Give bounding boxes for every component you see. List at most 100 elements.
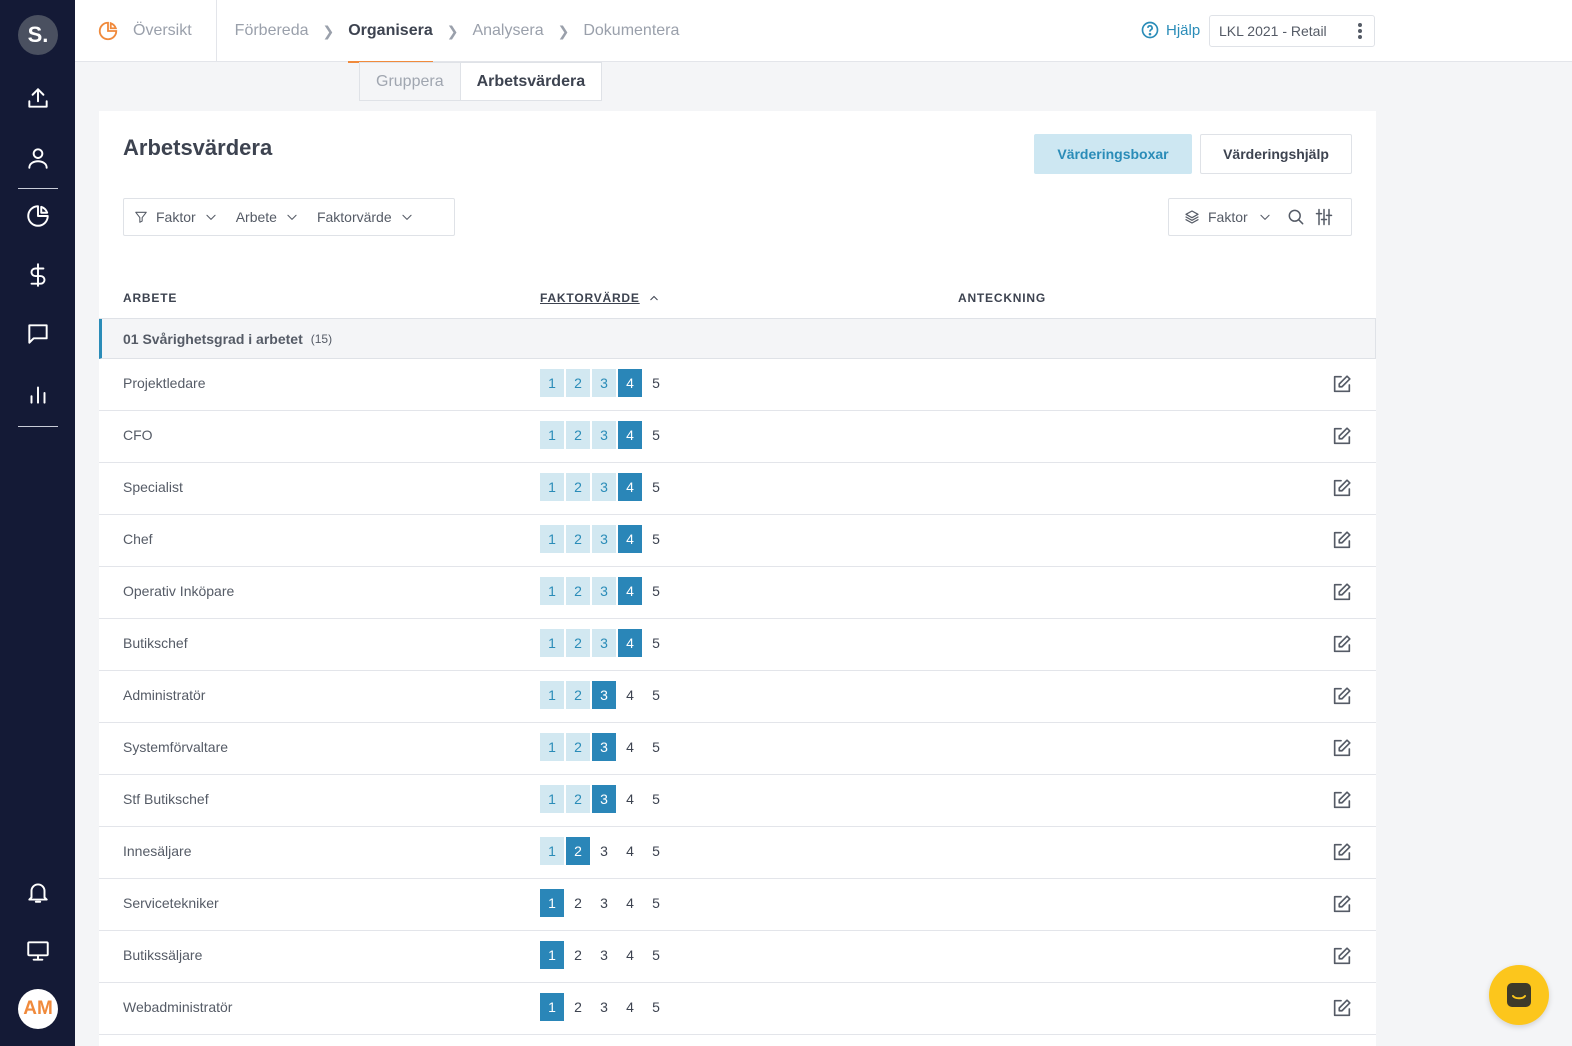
factor-value-5[interactable]: 5 xyxy=(644,993,668,1021)
factor-value-1[interactable]: 1 xyxy=(540,629,564,657)
factor-value-4[interactable]: 4 xyxy=(618,525,642,553)
edit-note-icon[interactable] xyxy=(1331,997,1353,1019)
factor-value-4[interactable]: 4 xyxy=(618,785,642,813)
view-faktor-select[interactable]: Faktor xyxy=(1208,209,1248,225)
factor-value-4[interactable]: 4 xyxy=(618,733,642,761)
factor-value-1[interactable]: 1 xyxy=(540,993,564,1021)
edit-note-icon[interactable] xyxy=(1331,737,1353,759)
edit-note-icon[interactable] xyxy=(1331,945,1353,967)
tab-arbetsvardera[interactable]: Arbetsvärdera xyxy=(460,62,603,101)
factor-value-2[interactable]: 2 xyxy=(566,577,590,605)
edit-note-icon[interactable] xyxy=(1331,581,1353,603)
factor-value-3[interactable]: 3 xyxy=(592,577,616,605)
factor-value-5[interactable]: 5 xyxy=(644,889,668,917)
dollar-icon[interactable] xyxy=(22,259,54,291)
nav-step-forbereda[interactable]: Förbereda xyxy=(235,0,309,62)
factor-value-4[interactable]: 4 xyxy=(618,577,642,605)
upload-icon[interactable] xyxy=(22,82,54,114)
column-header-faktorvarde[interactable]: FAKTORVÄRDE xyxy=(540,291,660,305)
edit-note-icon[interactable] xyxy=(1331,373,1353,395)
factor-value-5[interactable]: 5 xyxy=(644,681,668,709)
search-icon[interactable] xyxy=(1286,207,1306,227)
factor-value-5[interactable]: 5 xyxy=(644,733,668,761)
factor-value-5[interactable]: 5 xyxy=(644,525,668,553)
factor-value-3[interactable]: 3 xyxy=(592,889,616,917)
nav-overview[interactable]: Översikt xyxy=(97,0,217,62)
factor-value-4[interactable]: 4 xyxy=(618,941,642,969)
factor-value-4[interactable]: 4 xyxy=(618,837,642,865)
edit-note-icon[interactable] xyxy=(1331,893,1353,915)
avatar[interactable]: AM xyxy=(18,989,58,1029)
factor-value-3[interactable]: 3 xyxy=(592,993,616,1021)
nav-step-analysera[interactable]: Analysera xyxy=(472,0,543,62)
chevron-down-icon[interactable] xyxy=(1258,210,1272,224)
factor-value-3[interactable]: 3 xyxy=(592,733,616,761)
factor-value-3[interactable]: 3 xyxy=(592,837,616,865)
factor-value-2[interactable]: 2 xyxy=(566,837,590,865)
app-logo[interactable]: S. xyxy=(18,15,58,55)
factor-value-3[interactable]: 3 xyxy=(592,473,616,501)
factor-value-2[interactable]: 2 xyxy=(566,733,590,761)
chat-icon[interactable] xyxy=(22,318,54,350)
factor-value-1[interactable]: 1 xyxy=(540,525,564,553)
factor-value-2[interactable]: 2 xyxy=(566,785,590,813)
factor-value-3[interactable]: 3 xyxy=(592,681,616,709)
factor-value-1[interactable]: 1 xyxy=(540,577,564,605)
factor-value-4[interactable]: 4 xyxy=(618,369,642,397)
factor-value-1[interactable]: 1 xyxy=(540,473,564,501)
filter-faktorvarde[interactable]: Faktorvärde xyxy=(317,209,414,225)
factor-value-5[interactable]: 5 xyxy=(644,577,668,605)
varderingshjalp-button[interactable]: Värderingshjälp xyxy=(1200,134,1352,174)
factor-value-4[interactable]: 4 xyxy=(618,681,642,709)
edit-note-icon[interactable] xyxy=(1331,841,1353,863)
factor-value-3[interactable]: 3 xyxy=(592,525,616,553)
edit-note-icon[interactable] xyxy=(1331,633,1353,655)
factor-value-5[interactable]: 5 xyxy=(644,369,668,397)
filter-faktor[interactable]: Faktor xyxy=(134,209,218,225)
factor-value-4[interactable]: 4 xyxy=(618,629,642,657)
factor-value-4[interactable]: 4 xyxy=(618,993,642,1021)
edit-note-icon[interactable] xyxy=(1331,685,1353,707)
factor-value-1[interactable]: 1 xyxy=(540,889,564,917)
filter-arbete[interactable]: Arbete xyxy=(236,209,299,225)
kebab-menu-icon[interactable] xyxy=(1358,23,1362,39)
factor-value-1[interactable]: 1 xyxy=(540,421,564,449)
factor-value-5[interactable]: 5 xyxy=(644,941,668,969)
group-row[interactable]: 01 Svårighetsgrad i arbetet (15) xyxy=(99,319,1376,359)
edit-note-icon[interactable] xyxy=(1331,477,1353,499)
factor-value-5[interactable]: 5 xyxy=(644,629,668,657)
factor-value-3[interactable]: 3 xyxy=(592,629,616,657)
factor-value-5[interactable]: 5 xyxy=(644,837,668,865)
factor-value-2[interactable]: 2 xyxy=(566,473,590,501)
factor-value-2[interactable]: 2 xyxy=(566,889,590,917)
factor-value-2[interactable]: 2 xyxy=(566,369,590,397)
factor-value-5[interactable]: 5 xyxy=(644,421,668,449)
factor-value-4[interactable]: 4 xyxy=(618,421,642,449)
sliders-icon[interactable] xyxy=(1314,207,1334,227)
factor-value-1[interactable]: 1 xyxy=(540,785,564,813)
factor-value-2[interactable]: 2 xyxy=(566,681,590,709)
monitor-icon[interactable] xyxy=(22,935,54,967)
nav-step-organisera[interactable]: Organisera xyxy=(348,0,434,63)
pie-chart-icon[interactable] xyxy=(22,200,54,232)
factor-value-2[interactable]: 2 xyxy=(566,629,590,657)
factor-value-1[interactable]: 1 xyxy=(540,941,564,969)
factor-value-1[interactable]: 1 xyxy=(540,369,564,397)
factor-value-4[interactable]: 4 xyxy=(618,473,642,501)
bar-chart-icon[interactable] xyxy=(22,378,54,410)
chat-widget-button[interactable] xyxy=(1489,965,1549,1025)
factor-value-1[interactable]: 1 xyxy=(540,681,564,709)
factor-value-3[interactable]: 3 xyxy=(592,369,616,397)
edit-note-icon[interactable] xyxy=(1331,529,1353,551)
tab-gruppera[interactable]: Gruppera xyxy=(359,62,461,101)
edit-note-icon[interactable] xyxy=(1331,789,1353,811)
varderingsboxar-button[interactable]: Värderingsboxar xyxy=(1034,134,1192,174)
bell-icon[interactable] xyxy=(22,876,54,908)
factor-value-2[interactable]: 2 xyxy=(566,993,590,1021)
help-link[interactable]: Hjälp xyxy=(1140,20,1200,40)
factor-value-3[interactable]: 3 xyxy=(592,785,616,813)
project-selector[interactable]: LKL 2021 - Retail xyxy=(1209,15,1375,47)
factor-value-3[interactable]: 3 xyxy=(592,421,616,449)
factor-value-2[interactable]: 2 xyxy=(566,525,590,553)
factor-value-5[interactable]: 5 xyxy=(644,473,668,501)
